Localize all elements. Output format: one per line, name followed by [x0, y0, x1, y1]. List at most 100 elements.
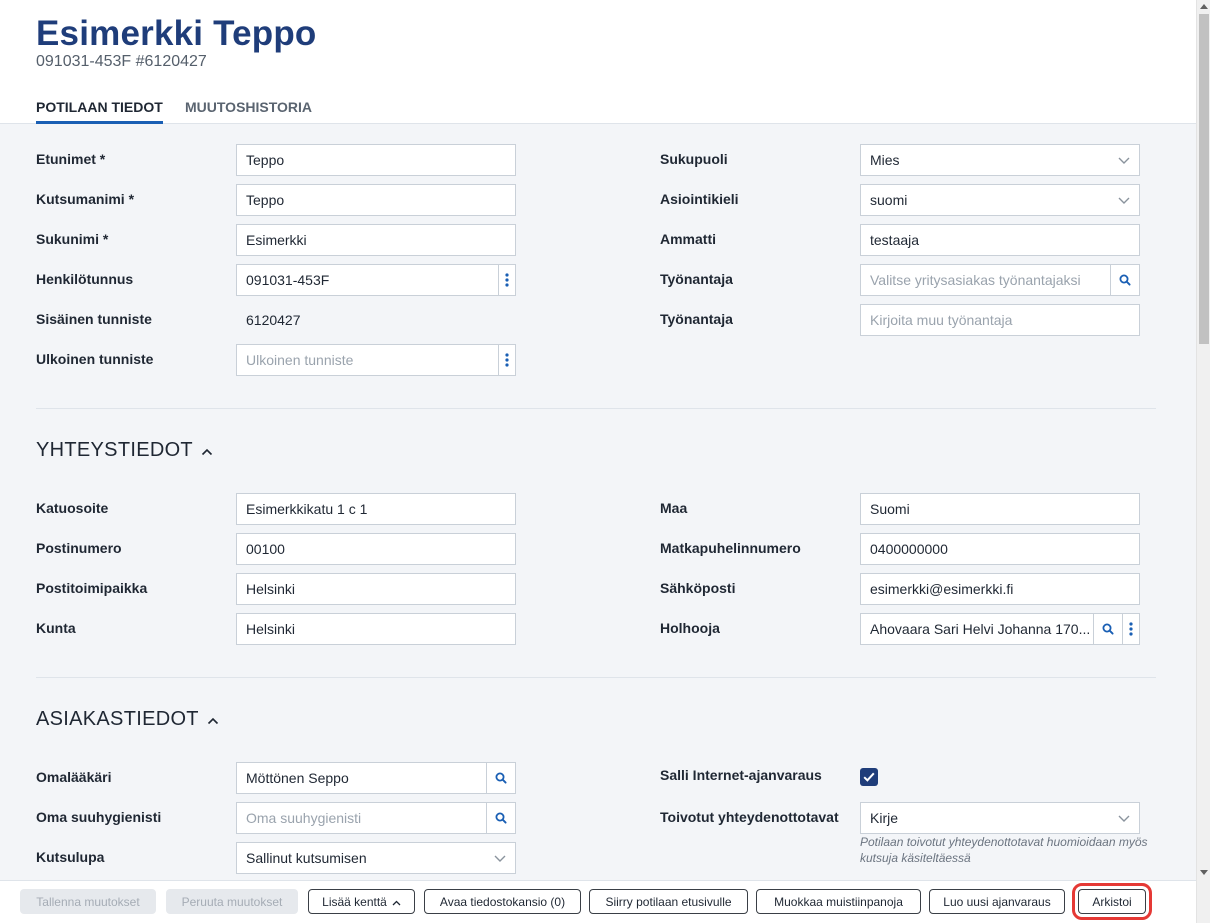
patient-header: Esimerkki Teppo 091031-453F #6120427 POT…	[0, 0, 1196, 124]
chevron-down-icon	[485, 855, 515, 862]
country-field[interactable]: Suomi	[860, 493, 1140, 525]
mobile-label: Matkapuhelinnumero	[660, 540, 801, 556]
recall-permission-value: Sallinut kutsumisen	[246, 850, 367, 866]
ssn-field[interactable]: 091031-453F	[236, 264, 516, 296]
scroll-up-icon[interactable]	[1200, 4, 1208, 9]
external-id-field[interactable]: Ulkoinen tunniste	[236, 344, 516, 376]
profession-label: Ammatti	[660, 231, 717, 247]
gender-label: Sukupuoli	[660, 151, 728, 167]
last-name-value: Esimerkki	[246, 232, 307, 248]
new-booking-button[interactable]: Luo uusi ajanvaraus	[929, 889, 1065, 914]
tab-patient-info[interactable]: POTILAAN TIEDOT	[36, 99, 163, 124]
profession-value: testaaja	[870, 232, 920, 248]
internal-id-field: 6120427	[236, 304, 516, 336]
employer-search-field[interactable]: Valitse yritysasiakas työnantajaksi	[860, 264, 1140, 296]
contact-preference-hint: Potilaan toivotut yhteydenottotavat huom…	[860, 835, 1148, 865]
internal-id-value: 6120427	[246, 312, 301, 328]
street-label: Katuosoite	[36, 500, 109, 516]
chevron-up-icon	[392, 895, 401, 909]
municipality-label: Kunta	[36, 620, 76, 636]
customer-section-title: ASIAKASTIEDOT	[36, 708, 199, 730]
search-icon[interactable]	[1110, 265, 1139, 295]
employer-other-placeholder: Kirjoita muu työnantaja	[870, 312, 1013, 328]
gp-field[interactable]: Möttönen Seppo	[236, 762, 516, 794]
hygienist-label: Oma suuhygienisti	[36, 809, 162, 825]
first-names-field[interactable]: Teppo	[236, 144, 516, 176]
add-field-label: Lisää kenttä	[322, 894, 387, 909]
chevron-down-icon	[1109, 157, 1139, 164]
external-id-label: Ulkoinen tunniste	[36, 351, 154, 367]
more-options-icon[interactable]	[1122, 614, 1139, 644]
more-options-icon[interactable]	[498, 345, 515, 375]
contact-section-title: YHTEYSTIEDOT	[36, 439, 193, 461]
city-field[interactable]: Helsinki	[236, 573, 516, 605]
customer-section-toggle[interactable]: ASIAKASTIEDOT	[36, 708, 219, 731]
profession-field[interactable]: testaaja	[860, 224, 1140, 256]
more-options-icon[interactable]	[498, 265, 515, 295]
chevron-down-icon	[1109, 815, 1139, 822]
mobile-value: 0400000000	[870, 541, 948, 557]
go-home-button[interactable]: Siirry potilaan etusivulle	[589, 889, 748, 914]
scroll-down-icon[interactable]	[1200, 870, 1208, 875]
call-name-value: Teppo	[246, 192, 285, 208]
scrollbar-thumb[interactable]	[1199, 14, 1209, 344]
postal-code-label: Postinumero	[36, 540, 122, 556]
guardian-value: Ahovaara Sari Helvi Johanna 170...	[870, 621, 1091, 637]
postal-code-value: 00100	[246, 541, 285, 557]
gender-value: Mies	[870, 152, 900, 168]
chevron-up-icon	[207, 708, 219, 731]
external-id-placeholder: Ulkoinen tunniste	[246, 352, 354, 368]
internet-booking-label: Salli Internet-ajanvaraus	[660, 767, 822, 783]
search-icon[interactable]	[1093, 614, 1122, 644]
country-label: Maa	[660, 500, 688, 516]
gp-value: Möttönen Seppo	[246, 770, 349, 786]
first-names-label: Etunimet *	[36, 151, 106, 167]
search-icon[interactable]	[486, 803, 515, 833]
chevron-down-icon	[1109, 197, 1139, 204]
email-value: esimerkki@esimerkki.fi	[870, 581, 1014, 597]
guardian-label: Holhooja	[660, 620, 720, 636]
mobile-field[interactable]: 0400000000	[860, 533, 1140, 565]
section-divider	[36, 408, 1156, 409]
language-select[interactable]: suomi	[860, 184, 1140, 216]
add-field-button[interactable]: Lisää kenttä	[308, 889, 415, 914]
contact-section-toggle[interactable]: YHTEYSTIEDOT	[36, 439, 213, 462]
email-field[interactable]: esimerkki@esimerkki.fi	[860, 573, 1140, 605]
street-value: Esimerkkikatu 1 c 1	[246, 501, 368, 517]
contact-preference-select[interactable]: Kirje	[860, 802, 1140, 834]
country-value: Suomi	[870, 501, 910, 517]
guardian-field[interactable]: Ahovaara Sari Helvi Johanna 170...	[860, 613, 1140, 645]
municipality-field[interactable]: Helsinki	[236, 613, 516, 645]
call-name-field[interactable]: Teppo	[236, 184, 516, 216]
chevron-up-icon	[201, 439, 213, 462]
employer-other-field[interactable]: Kirjoita muu työnantaja	[860, 304, 1140, 336]
archive-button[interactable]: Arkistoi	[1072, 883, 1152, 920]
contact-preference-label: Toivotut yhteydenottotavat	[660, 809, 839, 825]
postal-code-field[interactable]: 00100	[236, 533, 516, 565]
call-name-label: Kutsumanimi *	[36, 191, 135, 207]
first-names-value: Teppo	[246, 152, 285, 168]
internal-id-label: Sisäinen tunniste	[36, 311, 152, 327]
gender-select[interactable]: Mies	[860, 144, 1140, 176]
gp-label: Omalääkäri	[36, 769, 112, 785]
language-label: Asiointikieli	[660, 191, 739, 207]
open-folder-button[interactable]: Avaa tiedostokansio (0)	[424, 889, 581, 914]
tab-change-history[interactable]: MUUTOSHISTORIA	[185, 99, 312, 121]
section-divider	[36, 677, 1156, 678]
street-field[interactable]: Esimerkkikatu 1 c 1	[236, 493, 516, 525]
last-name-field[interactable]: Esimerkki	[236, 224, 516, 256]
hygienist-field[interactable]: Oma suuhygienisti	[236, 802, 516, 834]
patient-name: Esimerkki Teppo	[36, 14, 317, 53]
city-label: Postitoimipaikka	[36, 580, 148, 596]
hygienist-placeholder: Oma suuhygienisti	[246, 810, 362, 826]
employer-other-label: Työnantaja	[660, 311, 733, 327]
edit-notes-button[interactable]: Muokkaa muistiinpanoja	[756, 889, 921, 914]
city-value: Helsinki	[246, 581, 296, 597]
search-icon[interactable]	[486, 763, 515, 793]
employer-search-placeholder: Valitse yritysasiakas työnantajaksi	[870, 272, 1081, 288]
recall-permission-select[interactable]: Sallinut kutsumisen	[236, 842, 516, 874]
save-button[interactable]: Tallenna muutokset	[20, 889, 156, 914]
internet-booking-checkbox[interactable]	[860, 768, 878, 786]
scrollbar[interactable]	[1196, 0, 1210, 923]
cancel-button[interactable]: Peruuta muutokset	[166, 889, 298, 914]
